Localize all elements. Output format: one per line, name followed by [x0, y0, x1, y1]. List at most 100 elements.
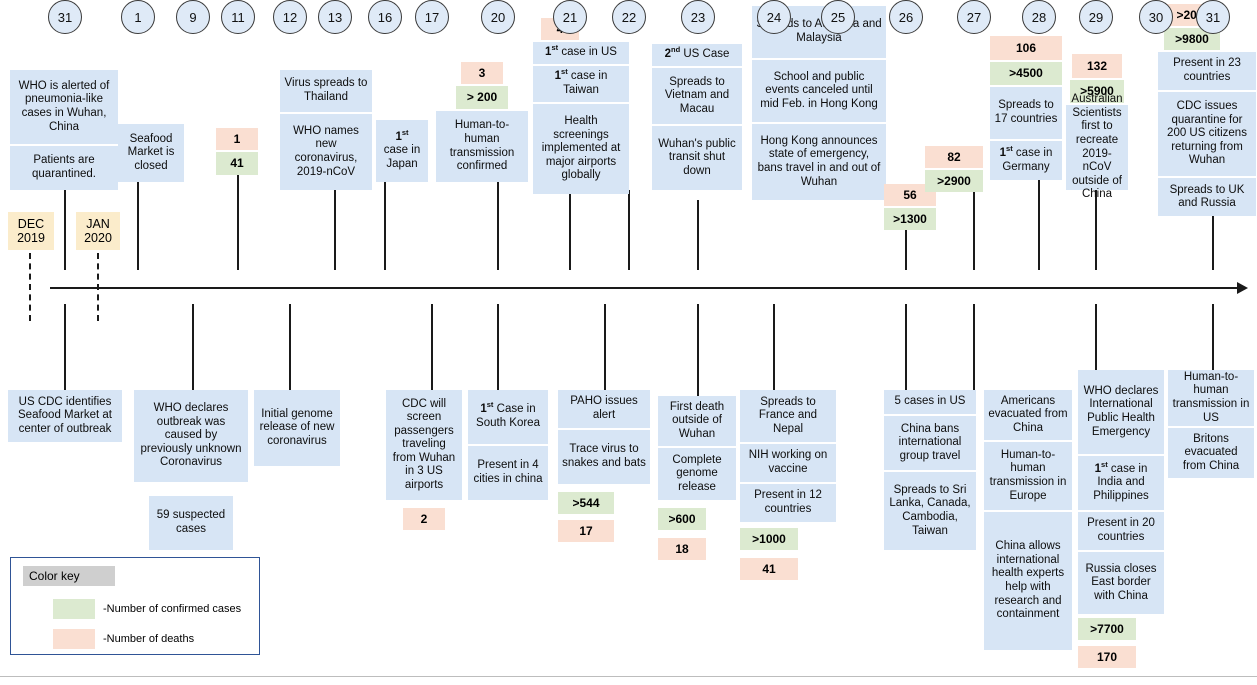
column-above-1: Seafood Market is closed [118, 124, 184, 182]
deaths-box: 106 [990, 36, 1062, 60]
month-label-dec: DEC 2019 [8, 212, 54, 250]
event-box: Patients are quarantined. [10, 146, 118, 190]
timeline-node-26[interactable]: 26 [889, 0, 923, 34]
stem-31dec-down [64, 304, 66, 390]
event-box: Spreads to Vietnam and Macau [652, 68, 742, 124]
column-below-9: WHO declares outbreak was caused by prev… [134, 390, 248, 550]
timeline-node-13[interactable]: 13 [318, 0, 352, 34]
deaths-box: 82 [925, 146, 983, 168]
timeline-node-23[interactable]: 23 [681, 0, 715, 34]
cases-box: >2900 [925, 170, 983, 192]
column-above-16: 1st case in Japan [376, 120, 428, 182]
stem-29-up [1095, 190, 1097, 270]
stem-31jan-down [1212, 304, 1214, 370]
event-box: Wuhan's public transit shut down [652, 126, 742, 190]
timeline-node-31-jan[interactable]: 31 [1196, 0, 1230, 34]
column-below-23: First death outside of Wuhan Complete ge… [658, 396, 736, 560]
timeline-node-28[interactable]: 28 [1022, 0, 1056, 34]
column-below-12: Initial genome release of new coronaviru… [254, 390, 340, 466]
cases-box: >4500 [990, 62, 1062, 85]
column-below-26: 5 cases in US China bans international g… [884, 390, 976, 550]
legend-row-cases: -Number of confirmed cases [53, 599, 241, 619]
event-box: Present in 4 cities in china [468, 446, 548, 500]
event-box: NIH working on vaccine [740, 444, 836, 482]
column-above-20: 3 > 200 Human-to-human transmission conf… [436, 60, 528, 182]
event-box: Virus spreads to Thailand [280, 70, 372, 112]
column-below-29: WHO declares International Public Health… [1078, 370, 1164, 668]
column-below-20: 1st Case in South Korea Present in 4 cit… [468, 390, 548, 500]
cases-box: >600 [658, 508, 706, 530]
timeline-node-25[interactable]: 25 [821, 0, 855, 34]
event-box: CDC issues quarantine for 200 US citizen… [1158, 91, 1256, 177]
column-above-22: 2nd US Case Spreads to Vietnam and Macau… [652, 42, 742, 190]
column-above-27: 82 >2900 [925, 146, 983, 192]
event-box: Russia closes East border with China [1078, 552, 1164, 614]
stem-28-up [1038, 180, 1040, 270]
deaths-box: 1 [216, 128, 258, 150]
timeline-node-9[interactable]: 9 [176, 0, 210, 34]
timeline-node-21[interactable]: 21 [553, 0, 587, 34]
stem-31jan-up [1212, 216, 1214, 270]
event-box: Americans evacuated from China [984, 390, 1072, 440]
cases-box: > 200 [456, 86, 508, 109]
timeline-node-30[interactable]: 30 [1139, 0, 1173, 34]
event-box: US CDC identifies Seafood Market at cent… [8, 390, 122, 442]
legend-swatch-deaths [53, 629, 95, 649]
legend-label-cases: -Number of confirmed cases [103, 603, 242, 615]
stem-13-up [334, 190, 336, 270]
cases-box: >1000 [740, 528, 798, 550]
deaths-box: 3 [461, 62, 503, 84]
stem-31dec-up [64, 190, 66, 270]
timeline-node-11[interactable]: 11 [221, 0, 255, 34]
timeline-node-1[interactable]: 1 [121, 0, 155, 34]
deaths-box: 2 [403, 508, 445, 530]
cases-box: >544 [558, 492, 614, 514]
event-box: 59 suspected cases [149, 496, 233, 550]
timeline-node-24[interactable]: 24 [757, 0, 791, 34]
stem-16-up [384, 182, 386, 270]
timeline-node-20[interactable]: 20 [481, 0, 515, 34]
column-above-11: 1 41 [216, 128, 258, 175]
column-above-13: Virus spreads to Thailand WHO names new … [280, 70, 372, 190]
event-text: case in Taiwan [563, 70, 608, 96]
timeline-node-22[interactable]: 22 [612, 0, 646, 34]
timeline-node-16[interactable]: 16 [368, 0, 402, 34]
timeline-node-31-dec[interactable]: 31 [48, 0, 82, 34]
stem-29-down [1095, 304, 1097, 370]
event-box: Health screenings implemented at major a… [533, 104, 629, 194]
event-box: 1st case in US [533, 42, 629, 64]
event-text: US Case [683, 48, 730, 61]
event-box: Present in 23 countries [1158, 52, 1256, 90]
timeline-node-29[interactable]: 29 [1079, 0, 1113, 34]
column-below-17: CDC will screen passengers traveling fro… [386, 390, 462, 530]
event-text: case in Japan [383, 144, 421, 170]
timeline-node-12[interactable]: 12 [273, 0, 307, 34]
event-box: WHO is alerted of pneumonia-like cases i… [10, 70, 118, 144]
event-box: Spreads to 17 countries [990, 87, 1062, 139]
event-box: School and public events canceled until … [752, 60, 886, 122]
event-box: Complete genome release [658, 448, 736, 500]
column-above-28: 106 >4500 Spreads to 17 countries 1st ca… [990, 34, 1062, 180]
stem-21-up [569, 194, 571, 270]
timeline-arrow-icon [1237, 282, 1248, 294]
deaths-box: 41 [740, 558, 798, 580]
timeline-axis [50, 287, 1238, 289]
legend-swatch-cases [53, 599, 95, 619]
column-above-31jan: >200 >9800 Present in 23 countries CDC i… [1158, 4, 1256, 216]
cases-box: >7700 [1078, 618, 1136, 640]
stem-20-down [497, 304, 499, 390]
legend-title: Color key [23, 566, 115, 586]
timeline-node-27[interactable]: 27 [957, 0, 991, 34]
legend-panel: Color key -Number of confirmed cases -Nu… [10, 557, 260, 655]
event-box: WHO declares International Public Health… [1078, 370, 1164, 454]
column-below-27: Americans evacuated from China Human-to-… [984, 390, 1072, 650]
stem-12-down [289, 304, 291, 390]
timeline-diagram: DEC 2019 JAN 2020 31 1 9 11 12 13 16 17 … [0, 0, 1257, 685]
stem-17-down [431, 304, 433, 390]
month-label-dec-line1: DEC [17, 216, 45, 231]
event-box: Human-to-human transmission in Europe [984, 442, 1072, 510]
column-above-21: 4 1st case in US 1st case in Taiwan Heal… [533, 16, 629, 194]
month-label-jan-line2: 2020 [84, 231, 112, 245]
timeline-node-17[interactable]: 17 [415, 0, 449, 34]
cases-box: 41 [216, 152, 258, 175]
